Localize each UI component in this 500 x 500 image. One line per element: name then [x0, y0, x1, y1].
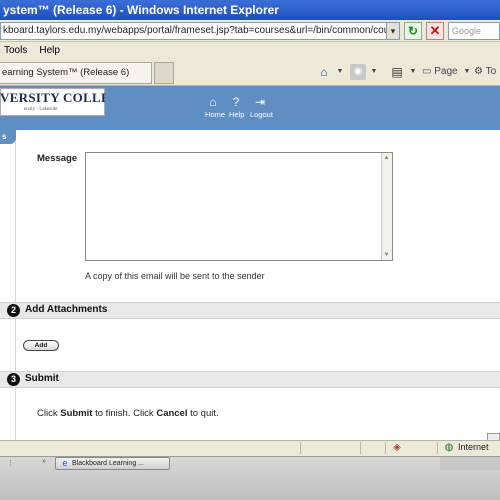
- header-link-home[interactable]: Home: [205, 110, 225, 119]
- new-tab-button[interactable]: [154, 62, 174, 84]
- chevron-down-icon[interactable]: ▼: [336, 64, 344, 80]
- logout-icon[interactable]: ⇥: [252, 95, 268, 109]
- stop-icon[interactable]: ✕: [426, 22, 444, 40]
- copy-note: A copy of this email will be sent to the…: [85, 271, 265, 281]
- left-nav-strip: [0, 130, 16, 440]
- grip-icon: ⋮: [7, 460, 14, 467]
- status-divider: [385, 442, 386, 454]
- print-icon[interactable]: ▤: [388, 64, 406, 80]
- section-title: Submit: [25, 373, 59, 384]
- section-title: Add Attachments: [25, 304, 108, 315]
- tools-menu-button[interactable]: ⚙ To: [474, 64, 500, 80]
- security-zone-label: Internet: [458, 442, 489, 452]
- status-divider: [437, 442, 438, 454]
- taskbar-window-button[interactable]: Blackboard Learning ...: [55, 457, 170, 470]
- chevron-double-icon[interactable]: »: [39, 458, 49, 468]
- address-dropdown-button[interactable]: ▾: [386, 22, 400, 40]
- status-divider: [360, 442, 361, 454]
- status-divider: [300, 442, 301, 454]
- menu-bar: Tools Help: [0, 42, 500, 59]
- section-header-submit: [0, 371, 500, 388]
- scroll-down-icon[interactable]: ▼: [381, 250, 392, 260]
- globe-icon: ◍: [444, 442, 454, 453]
- step-number-badge: 3: [7, 373, 20, 386]
- cancel-keyword: Cancel: [156, 408, 188, 419]
- logo-text: VERSITY COLLEGE: [0, 90, 105, 105]
- header-link-logout[interactable]: Logout: [250, 110, 273, 119]
- instructions-text: to quit.: [187, 408, 219, 419]
- status-bar: [0, 440, 500, 456]
- menu-item-tools[interactable]: Tools: [4, 42, 27, 59]
- chevron-down-icon[interactable]: ▼: [463, 64, 471, 80]
- home-icon[interactable]: ⌂: [316, 64, 332, 80]
- message-scrollbar[interactable]: [381, 153, 392, 260]
- address-input[interactable]: kboard.taylors.edu.my/webapps/portal/fra…: [0, 22, 388, 40]
- message-textarea[interactable]: [85, 152, 393, 261]
- instructions-text: Click: [37, 408, 61, 419]
- system-tray: [440, 457, 500, 470]
- chevron-down-icon[interactable]: ▼: [409, 64, 417, 80]
- step-number-badge: 2: [7, 304, 20, 317]
- message-label: Message: [37, 153, 78, 164]
- header-link-help[interactable]: Help: [229, 110, 244, 119]
- add-attachment-button[interactable]: Add: [23, 340, 59, 351]
- logo-subtext: ersity · Lakeside: [24, 107, 58, 112]
- home-icon[interactable]: ⌂: [205, 95, 221, 109]
- tools-menu-label: To: [485, 66, 497, 77]
- feed-icon[interactable]: ◉: [350, 64, 366, 80]
- page-menu-button[interactable]: ▭ Page: [422, 64, 462, 80]
- scroll-up-icon[interactable]: ▲: [381, 153, 392, 163]
- search-input[interactable]: Google: [448, 22, 500, 40]
- chevron-down-icon[interactable]: ▼: [370, 64, 378, 80]
- submit-keyword: Submit: [60, 408, 93, 419]
- submit-instructions: Click Submit to finish. Click Cancel to …: [37, 408, 219, 419]
- left-nav-tab[interactable]: s: [0, 130, 16, 144]
- refresh-icon[interactable]: ↻: [404, 22, 422, 40]
- privacy-icon[interactable]: ◈: [391, 441, 403, 454]
- window-title-bar: ystem™ (Release 6) - Windows Internet Ex…: [0, 0, 500, 20]
- browser-tab[interactable]: earning System™ (Release 6): [0, 62, 152, 84]
- instructions-text: to finish. Click: [92, 408, 157, 419]
- ie-icon: e: [62, 458, 68, 468]
- help-icon[interactable]: ?: [228, 95, 244, 109]
- page-menu-label: Page: [434, 66, 458, 77]
- menu-item-help[interactable]: Help: [39, 42, 60, 59]
